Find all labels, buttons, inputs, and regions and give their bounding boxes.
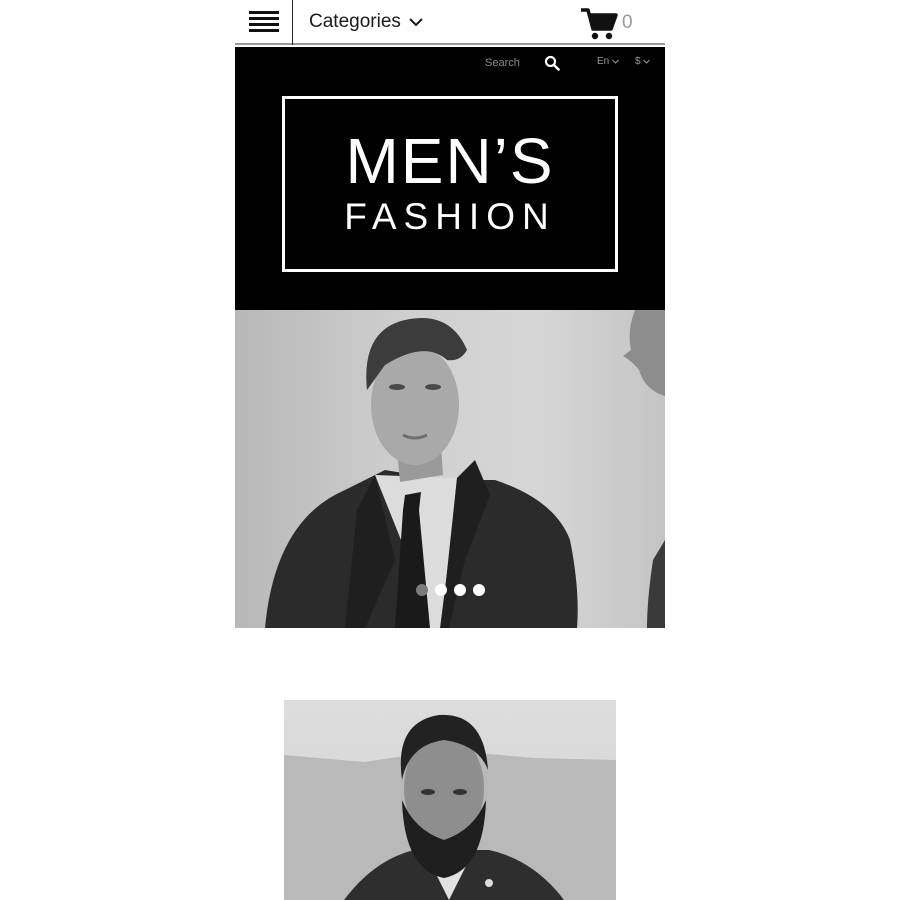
categories-label: Categories (309, 11, 401, 32)
logo-line1: MEN’S (345, 125, 555, 197)
hero-slide-image (235, 310, 665, 628)
featured-product-image[interactable] (284, 700, 616, 900)
bearded-model-photo (284, 714, 616, 900)
chevron-down-icon (612, 59, 619, 64)
language-value: En (597, 56, 610, 67)
language-selector[interactable]: En (597, 56, 619, 67)
chevron-down-icon (409, 11, 423, 33)
hero-banner: Search En $ MEN’S FASHION (235, 47, 665, 310)
slider-dot-4[interactable] (473, 584, 485, 596)
slider-pagination (416, 584, 485, 596)
top-bar: Categories 0 (235, 0, 665, 45)
menu-icon[interactable] (249, 11, 279, 33)
search-icon[interactable] (544, 55, 560, 71)
slider-dot-2[interactable] (435, 584, 447, 596)
currency-selector[interactable]: $ (635, 56, 651, 67)
cart-icon[interactable] (580, 7, 618, 41)
categories-dropdown[interactable]: Categories (309, 11, 423, 33)
model-photo (265, 310, 665, 628)
slider-dot-3[interactable] (454, 584, 466, 596)
cart-count: 0 (622, 12, 633, 33)
currency-value: $ (635, 56, 641, 67)
logo-line2: FASHION (344, 196, 556, 237)
site-logo[interactable]: MEN’S FASHION (282, 96, 618, 272)
mobile-page: Categories 0 Search En $ MEN’S FASHION (235, 0, 665, 900)
slider-dot-1[interactable] (416, 584, 428, 596)
search-input[interactable]: Search (485, 57, 520, 69)
chevron-down-icon (643, 59, 651, 64)
divider (292, 0, 293, 45)
